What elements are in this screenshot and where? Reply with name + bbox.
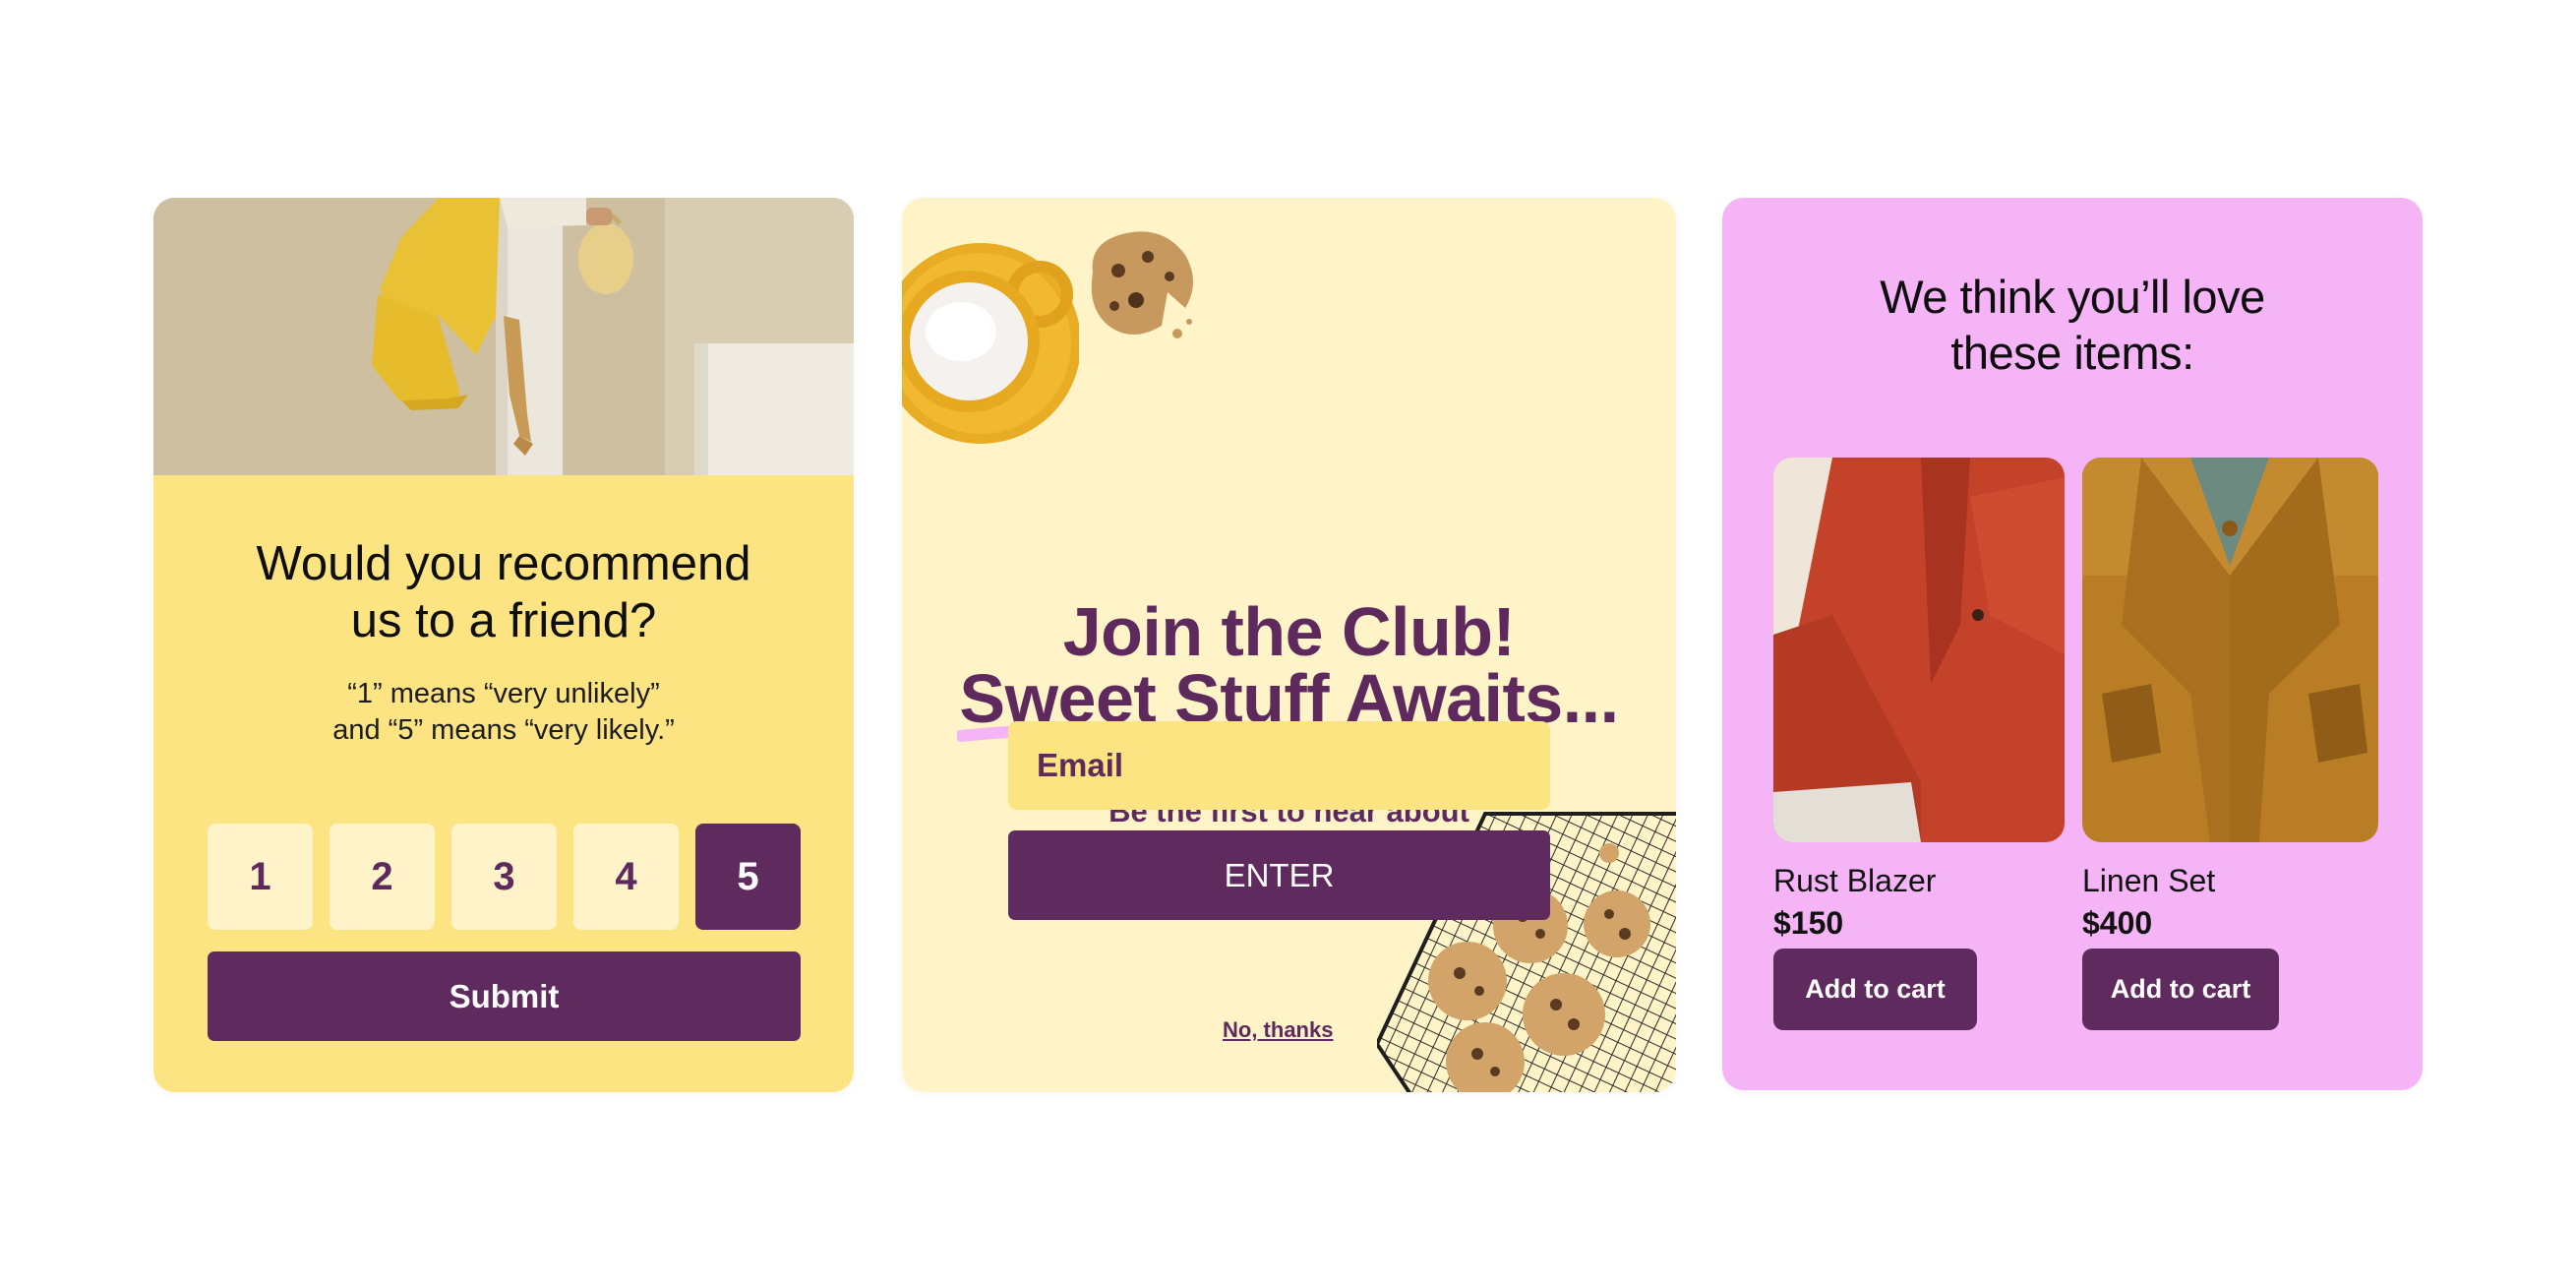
product-image[interactable]	[2082, 458, 2378, 842]
rating-scale: 1 2 3 4 5	[208, 824, 801, 930]
reco-title-line-2: these items:	[1950, 327, 2194, 379]
product-name: Linen Set	[2082, 863, 2216, 898]
milk-cup-illustration	[902, 243, 1079, 444]
product-price: $400	[2082, 905, 2153, 941]
product-name: Rust Blazer	[1773, 863, 1937, 898]
enter-button[interactable]: ENTER	[1008, 830, 1550, 920]
no-thanks-link[interactable]: No, thanks	[1223, 1017, 1333, 1043]
rating-option-4[interactable]: 4	[573, 824, 679, 930]
nps-sub-line-2: and “5” means “very likely.”	[332, 714, 675, 746]
product-image[interactable]	[1773, 458, 2065, 842]
product-card: Rust Blazer $150 Add to cart	[1773, 458, 2065, 1030]
nps-title-line-2: us to a friend?	[350, 594, 657, 647]
fashion-photo	[153, 198, 854, 475]
submit-button[interactable]: Submit	[208, 951, 801, 1041]
club-title-line-1: Join the Club!	[1062, 593, 1516, 670]
rating-option-2[interactable]: 2	[329, 824, 435, 930]
rating-option-1[interactable]: 1	[208, 824, 313, 930]
nps-scale-explanation: “1” means “very unlikely” and “5” means …	[153, 676, 854, 749]
recommendations-title: We think you’ll love these items:	[1722, 269, 2423, 381]
nps-title-line-1: Would you recommend	[256, 537, 751, 590]
add-to-cart-button[interactable]: Add to cart	[2082, 949, 2279, 1030]
email-input[interactable]	[1008, 721, 1550, 810]
club-headline: Join the Club! Sweet Stuff Awaits...	[902, 593, 1676, 742]
nps-survey-card: Would you recommend us to a friend? “1” …	[153, 198, 854, 1092]
rating-option-5[interactable]: 5	[695, 824, 801, 930]
add-to-cart-button[interactable]: Add to cart	[1773, 949, 1977, 1030]
product-card: Linen Set $400 Add to cart	[2082, 458, 2378, 1030]
club-signup-card: Join the Club! Sweet Stuff Awaits... Be …	[902, 198, 1676, 1092]
rating-option-3[interactable]: 3	[451, 824, 557, 930]
recommendations-card: We think you’ll love these items: Rust B…	[1722, 198, 2423, 1090]
cookie-illustration	[1091, 231, 1193, 338]
product-price: $150	[1773, 905, 1844, 941]
nps-question-title: Would you recommend us to a friend?	[153, 535, 854, 649]
nps-sub-line-1: “1” means “very unlikely”	[347, 678, 660, 709]
reco-title-line-1: We think you’ll love	[1880, 271, 2265, 323]
